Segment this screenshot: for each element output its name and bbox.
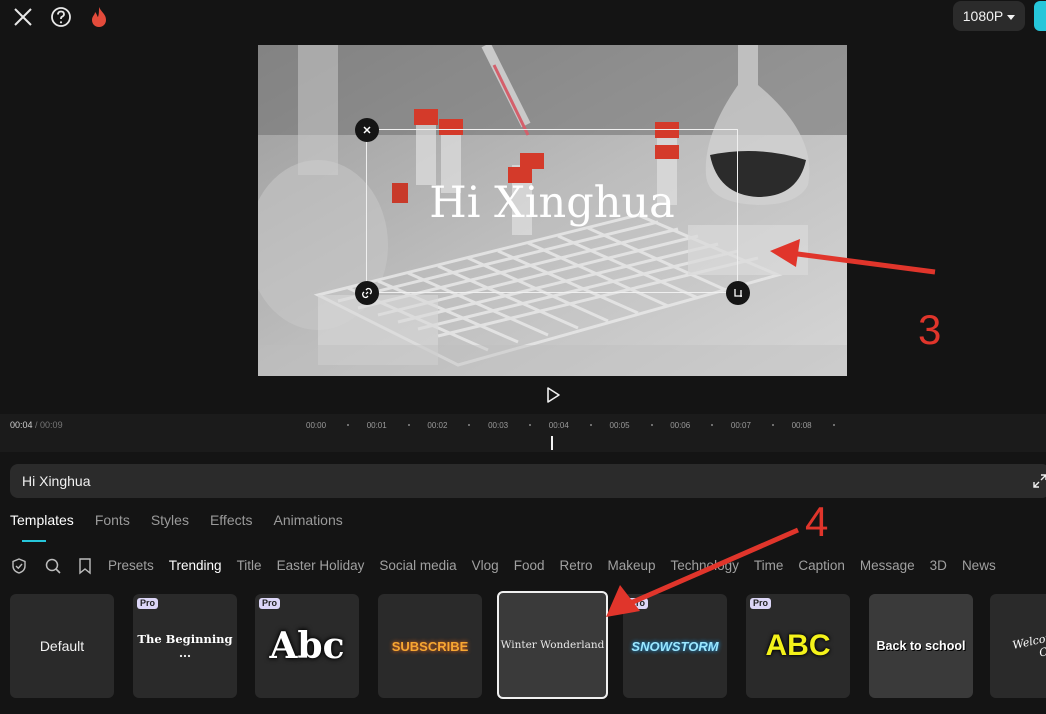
template-card[interactable]: Pro Abc [255, 594, 359, 698]
tab-animations[interactable]: Animations [274, 512, 343, 542]
playhead[interactable] [551, 436, 553, 450]
category-food[interactable]: Food [514, 558, 545, 573]
category-trending[interactable]: Trending [169, 558, 222, 573]
template-card[interactable]: SUBSCRIBE [378, 594, 482, 698]
search-icon[interactable] [44, 557, 62, 575]
time-separator: / [32, 420, 41, 430]
top-bar: 1080P [0, 0, 1046, 34]
timeline-tick-label: 00:06 [670, 421, 691, 430]
category-news[interactable]: News [962, 558, 996, 573]
fire-icon[interactable] [86, 4, 112, 30]
timeline-tick-label: 00:07 [730, 421, 751, 430]
bookmark-icon[interactable] [76, 557, 94, 575]
style-tabs: Templates Fonts Styles Effects Animation… [10, 512, 343, 542]
timeline-tick-label: 00:04 [548, 421, 569, 430]
timeline-dot [529, 424, 532, 426]
timeline-tick-label: 00:08 [791, 421, 812, 430]
timeline-dot [468, 424, 471, 426]
template-card[interactable]: Back to school [869, 594, 973, 698]
category-list: Presets Trending Title Easter Holiday So… [108, 558, 996, 573]
timeline-dot [589, 424, 592, 426]
category-easter-holiday[interactable]: Easter Holiday [277, 558, 365, 573]
template-label: Default [39, 638, 85, 654]
resize-handle[interactable] [726, 281, 750, 305]
category-vlog[interactable]: Vlog [472, 558, 499, 573]
category-presets[interactable]: Presets [108, 558, 154, 573]
time-display: 00:04 / 00:09 [10, 420, 63, 430]
timeline-dot [832, 424, 835, 426]
tab-active-indicator [22, 540, 46, 542]
timeline-dot [347, 424, 349, 426]
resolution-label: 1080P [962, 8, 1004, 24]
template-label: Welcome My Cha [1011, 624, 1046, 660]
link-handle[interactable] [355, 281, 379, 305]
template-label: Back to school [876, 639, 966, 653]
category-social-media[interactable]: Social media [379, 558, 456, 573]
annotation-arrow-3 [770, 239, 936, 275]
template-card[interactable]: Default [10, 594, 114, 698]
template-label: SUBSCRIBE [391, 638, 469, 654]
total-time: 00:09 [40, 420, 63, 430]
rotate-resize-icon [734, 289, 742, 297]
close-icon [363, 126, 371, 134]
timeline-dot [650, 424, 653, 426]
template-card[interactable]: Welcome My Cha [990, 594, 1046, 698]
annotation-number-3: 3 [918, 306, 942, 353]
template-label: Abc [269, 625, 345, 667]
link-icon [362, 287, 372, 299]
chevron-down-icon [1007, 14, 1016, 20]
template-label: The Beginning ... [137, 632, 233, 660]
category-message[interactable]: Message [860, 558, 915, 573]
current-time: 00:04 [10, 420, 33, 430]
resolution-dropdown[interactable]: 1080P [953, 1, 1025, 31]
text-content-input[interactable]: Hi Xinghua [10, 464, 1046, 498]
timeline-tick-label: 00:05 [609, 421, 630, 430]
category-title[interactable]: Title [237, 558, 262, 573]
template-card-selected[interactable]: Winter Wonderland [497, 591, 608, 699]
help-icon[interactable] [48, 4, 74, 30]
timeline[interactable]: 00:04 / 00:09 00:00 00:01 00:02 00:03 00:04 0… [0, 414, 1046, 452]
annotation-arrow-4 [606, 527, 799, 617]
timeline-tick-label: 00:03 [488, 421, 509, 430]
category-retro[interactable]: Retro [559, 558, 592, 573]
play-icon[interactable] [543, 385, 563, 405]
category-3d[interactable]: 3D [930, 558, 947, 573]
tab-fonts[interactable]: Fonts [95, 512, 130, 542]
template-label: Winter Wonderland [500, 639, 605, 651]
timeline-tick-label: 00:02 [427, 421, 448, 430]
export-button[interactable] [1034, 1, 1046, 31]
tab-effects[interactable]: Effects [210, 512, 253, 542]
template-card[interactable]: Pro The Beginning ... [133, 594, 237, 698]
timeline-dot [771, 424, 774, 426]
timeline-dot [407, 424, 410, 426]
annotation-number-4: 4 [805, 498, 829, 545]
delete-handle[interactable] [355, 118, 379, 142]
overlay-text[interactable]: Hi Xinghua [367, 178, 737, 228]
close-icon[interactable] [10, 4, 36, 30]
timeline-tick-label: 00:00 [306, 421, 327, 430]
expand-icon[interactable] [1032, 473, 1046, 489]
tab-styles[interactable]: Styles [151, 512, 189, 542]
timeline-dot [711, 424, 714, 426]
timeline-tick-label: 00:01 [366, 421, 387, 430]
text-selection-box[interactable]: Hi Xinghua [366, 129, 738, 293]
shield-check-icon[interactable] [10, 557, 28, 575]
video-preview[interactable]: Hi Xinghua [258, 45, 847, 376]
tab-templates[interactable]: Templates [10, 512, 74, 542]
